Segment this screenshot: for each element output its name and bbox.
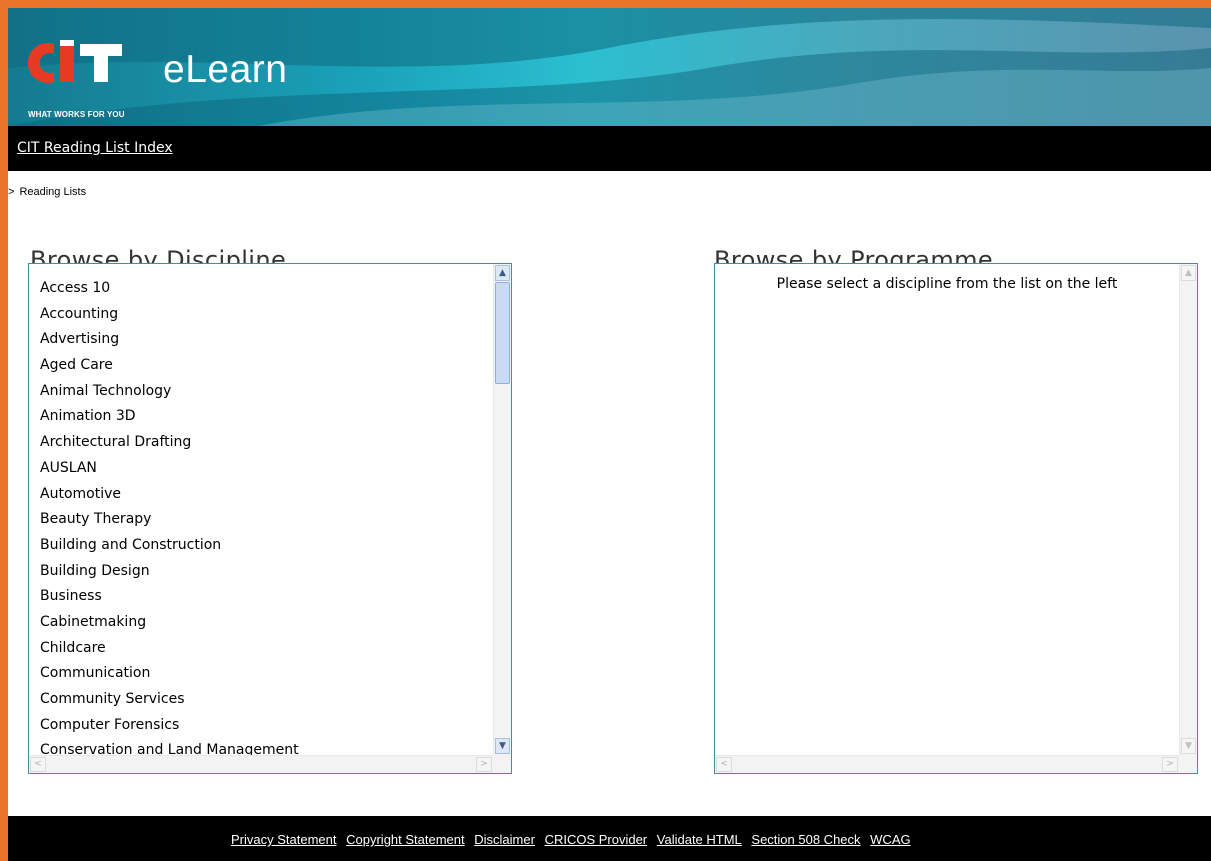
scroll-thumb[interactable] bbox=[495, 282, 510, 384]
footer-link-wcag[interactable]: WCAG bbox=[870, 832, 910, 847]
breadcrumb: > Reading Lists bbox=[8, 186, 86, 198]
programme-vertical-scrollbar[interactable]: ▲ ▼ bbox=[1179, 264, 1197, 755]
logo-tagline: WHAT WORKS FOR YOU bbox=[28, 110, 125, 119]
discipline-item[interactable]: Architectural Drafting bbox=[29, 430, 493, 456]
footer-link-privacy-statement[interactable]: Privacy Statement bbox=[231, 832, 337, 847]
footer-link-validate-html[interactable]: Validate HTML bbox=[657, 832, 742, 847]
discipline-item[interactable]: Computer Forensics bbox=[29, 713, 493, 739]
discipline-item[interactable]: AUSLAN bbox=[29, 456, 493, 482]
discipline-item[interactable]: Building Design bbox=[29, 559, 493, 585]
scroll-down-arrow-icon[interactable]: ▼ bbox=[495, 738, 510, 754]
discipline-item[interactable]: Automotive bbox=[29, 482, 493, 508]
footer-link-copyright-statement[interactable]: Copyright Statement bbox=[346, 832, 465, 847]
scroll-up-arrow-icon[interactable]: ▲ bbox=[1181, 265, 1196, 281]
programme-horizontal-scrollbar[interactable]: < > bbox=[715, 755, 1179, 773]
cit-logo[interactable]: WHAT WORKS FOR YOU bbox=[28, 40, 148, 120]
scroll-up-arrow-icon[interactable]: ▲ bbox=[495, 265, 510, 281]
programme-placeholder-message: Please select a discipline from the list… bbox=[776, 276, 1118, 292]
scrollbar-corner bbox=[1179, 755, 1197, 773]
discipline-horizontal-scrollbar[interactable]: < > bbox=[29, 755, 493, 773]
scroll-right-arrow-icon[interactable]: > bbox=[476, 757, 492, 772]
scroll-left-arrow-icon[interactable]: < bbox=[30, 757, 46, 772]
discipline-item[interactable]: Childcare bbox=[29, 636, 493, 662]
reading-list-index-link[interactable]: CIT Reading List Index bbox=[17, 140, 173, 156]
footer-link-disclaimer[interactable]: Disclaimer bbox=[474, 832, 535, 847]
page-footer: Privacy Statement Copyright Statement Di… bbox=[8, 816, 1211, 861]
breadcrumb-current: Reading Lists bbox=[19, 186, 87, 198]
footer-link-cricos-provider[interactable]: CRICOS Provider bbox=[545, 832, 648, 847]
discipline-item[interactable]: Communication bbox=[29, 661, 493, 687]
discipline-list-panel: Access 10 Accounting Advertising Aged Ca… bbox=[28, 263, 512, 774]
breadcrumb-separator: > bbox=[8, 186, 15, 198]
footer-links: Privacy Statement Copyright Statement Di… bbox=[231, 832, 917, 847]
discipline-list: Access 10 Accounting Advertising Aged Ca… bbox=[29, 264, 493, 755]
scroll-right-arrow-icon[interactable]: > bbox=[1162, 757, 1178, 772]
scroll-left-arrow-icon[interactable]: < bbox=[716, 757, 732, 772]
discipline-item[interactable]: Accounting bbox=[29, 302, 493, 328]
discipline-item[interactable]: Business bbox=[29, 584, 493, 610]
cit-logo-mark bbox=[28, 40, 122, 83]
discipline-item[interactable]: Animal Technology bbox=[29, 379, 493, 405]
discipline-vertical-scrollbar[interactable]: ▲ ▼ bbox=[493, 264, 511, 755]
app-title: eLearn bbox=[163, 48, 288, 91]
discipline-item[interactable]: Beauty Therapy bbox=[29, 507, 493, 533]
programme-list-panel: Please select a discipline from the list… bbox=[714, 263, 1198, 774]
discipline-item[interactable]: Building and Construction bbox=[29, 533, 493, 559]
scroll-down-arrow-icon[interactable]: ▼ bbox=[1181, 738, 1196, 754]
discipline-item[interactable]: Advertising bbox=[29, 327, 493, 353]
discipline-item[interactable]: Community Services bbox=[29, 687, 493, 713]
discipline-item[interactable]: Aged Care bbox=[29, 353, 493, 379]
discipline-item[interactable]: Conservation and Land Management bbox=[29, 738, 493, 755]
footer-link-section-508-check[interactable]: Section 508 Check bbox=[751, 832, 860, 847]
page-frame-left bbox=[0, 0, 8, 861]
discipline-item[interactable]: Animation 3D bbox=[29, 404, 493, 430]
scrollbar-corner bbox=[493, 755, 511, 773]
top-navbar: CIT Reading List Index bbox=[8, 126, 1211, 171]
discipline-item[interactable]: Access 10 bbox=[29, 276, 493, 302]
discipline-item[interactable]: Cabinetmaking bbox=[29, 610, 493, 636]
page-frame-top bbox=[0, 0, 1211, 8]
header-banner: WHAT WORKS FOR YOU eLearn bbox=[8, 8, 1211, 126]
